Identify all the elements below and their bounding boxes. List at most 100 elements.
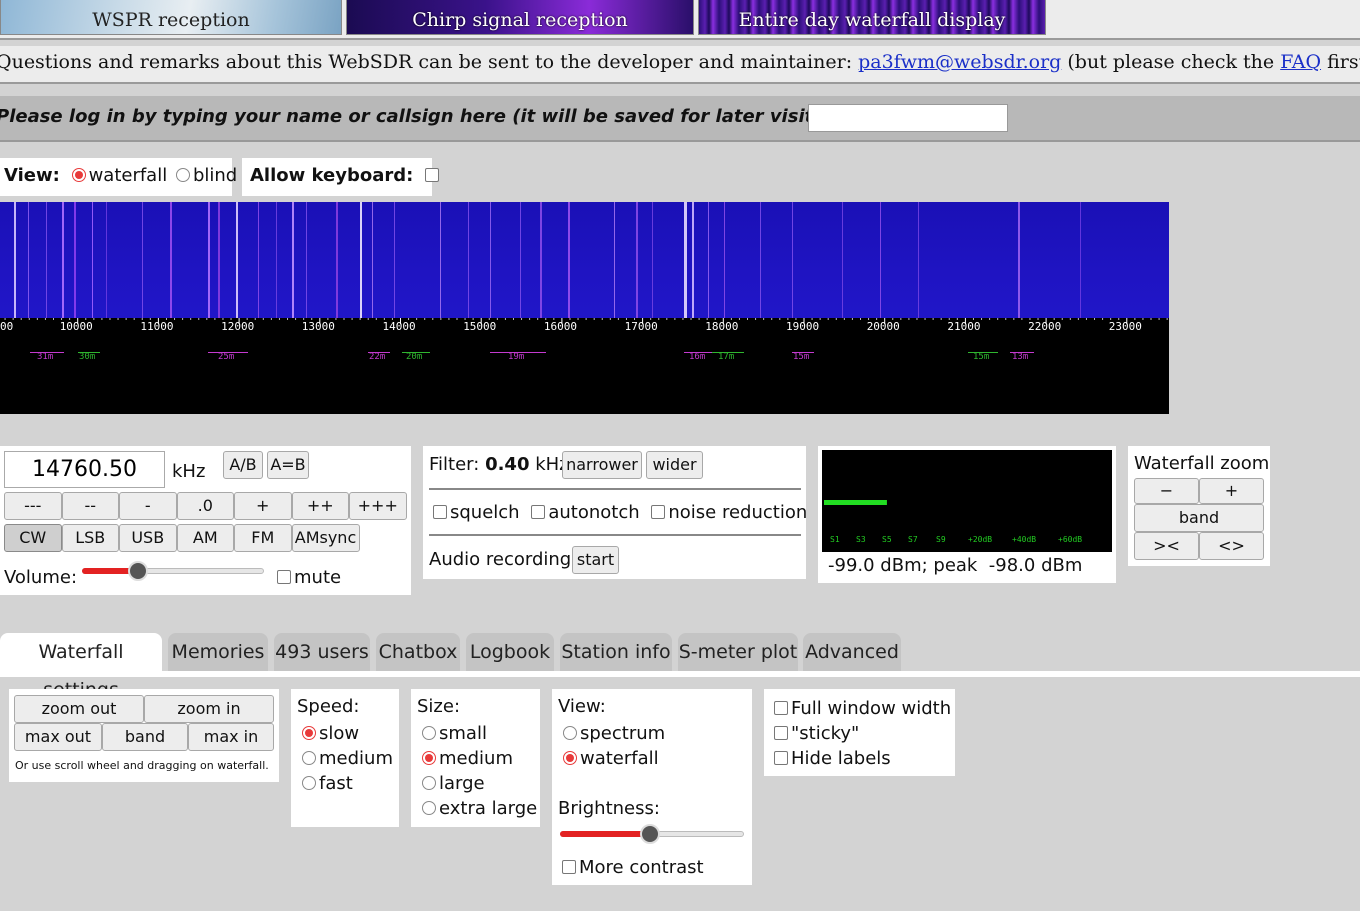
day-waterfall-caption: Entire day waterfall display <box>738 9 1006 31</box>
wf-view-box: View: spectrum waterfall Brightness: More… <box>552 689 752 885</box>
mode-button-lsb[interactable]: LSB <box>61 524 119 552</box>
login-row: Please log in by typing your name or cal… <box>0 96 1360 142</box>
mute-label: mute <box>294 567 342 588</box>
narrower-button[interactable]: narrower <box>562 451 642 479</box>
contact-text: Questions and remarks about this WebSDR … <box>0 51 859 73</box>
contact-suffix: first). <box>1327 51 1360 73</box>
step-button[interactable]: + <box>234 492 292 520</box>
brightness-slider-handle[interactable] <box>640 824 661 844</box>
tab-waterfall-settings[interactable]: Waterfall settings <box>0 633 162 701</box>
ab-button[interactable]: A/B <box>223 451 263 479</box>
zoom-in-button[interactable]: zoom in <box>144 695 274 723</box>
wf-view-option: waterfall <box>563 746 665 771</box>
wf-zoom-out-button[interactable]: − <box>1134 478 1199 504</box>
size-radio-extra-large[interactable] <box>422 801 436 815</box>
step-button[interactable]: - <box>119 492 177 520</box>
wf-widen-button[interactable]: <> <box>1199 532 1264 560</box>
more-contrast-checkbox[interactable] <box>562 860 576 874</box>
band-label: 16m <box>689 352 706 362</box>
speed-radio-medium[interactable] <box>302 751 316 765</box>
max-out-button[interactable]: max out <box>14 723 102 751</box>
band-button[interactable]: band <box>102 723 188 751</box>
sticky-label: "sticky" <box>791 723 860 744</box>
mode-button-am[interactable]: AM <box>176 524 234 552</box>
scale-tick-label: 23000 <box>1108 320 1142 333</box>
allow-keyboard-checkbox[interactable] <box>425 168 440 182</box>
size-radio-large[interactable] <box>422 776 436 790</box>
email-link[interactable]: pa3fwm@websdr.org <box>858 51 1061 73</box>
scale-tick-label: 12000 <box>221 320 255 333</box>
start-recording-button[interactable]: start <box>572 546 619 574</box>
frequency-input[interactable] <box>4 451 165 488</box>
frequency-scale <box>4 318 1168 324</box>
smeter-panel: S1 S3 S5 S7 S9 +20dB +40dB +60dB -99.0 dBm; pea… <box>818 446 1116 583</box>
tab-493-users[interactable]: 493 users <box>274 633 370 671</box>
scale-tick-label: 19000 <box>786 320 820 333</box>
noise-reduction-checkbox[interactable] <box>651 505 666 519</box>
wf-view-radio-spectrum[interactable] <box>563 726 577 740</box>
step-button[interactable]: -- <box>61 492 119 520</box>
mode-button-amsync[interactable]: AMsync <box>291 524 360 552</box>
volume-slider-handle[interactable] <box>128 561 149 581</box>
scale-tick-label: 22000 <box>1028 320 1062 333</box>
chirp-thumbnail-link[interactable]: Chirp signal reception <box>346 0 694 35</box>
tab-advanced[interactable]: Advanced <box>803 633 901 671</box>
filter-panel: Filter: 0.40 kHz narrower wider squelch … <box>423 446 807 579</box>
wider-button[interactable]: wider <box>646 451 703 479</box>
view-waterfall-radio[interactable] <box>71 168 86 182</box>
keyboard-box: Allow keyboard: <box>242 158 440 196</box>
size-option: extra large <box>422 796 537 821</box>
scale-tick-label: 18000 <box>705 320 739 333</box>
view-blind-radio[interactable] <box>175 168 190 182</box>
scale-tick-label: 20000 <box>866 320 900 333</box>
band-label: 20m <box>406 352 423 362</box>
wf-zoom-in-button[interactable]: + <box>1199 478 1264 504</box>
speed-option: slow <box>302 721 393 746</box>
tab-station-info[interactable]: Station info <box>560 633 672 671</box>
smeter-scale-label: +60dB <box>1058 535 1082 544</box>
hide-labels-checkbox[interactable] <box>774 751 788 765</box>
wf-narrow-button[interactable]: >< <box>1134 532 1199 560</box>
squelch-checkbox[interactable] <box>433 505 447 519</box>
size-radio-small[interactable] <box>422 726 436 740</box>
autonotch-label: autonotch <box>548 502 640 523</box>
band-label: 19m <box>508 352 525 362</box>
speed-radio-slow[interactable] <box>302 726 316 740</box>
size-radio-medium[interactable] <box>422 751 436 765</box>
mute-checkbox[interactable] <box>277 570 291 584</box>
hide-labels-label: Hide labels <box>791 748 891 769</box>
step-button[interactable]: --- <box>4 492 62 520</box>
tab-memories[interactable]: Memories <box>168 633 268 671</box>
step-button[interactable]: ++ <box>291 492 349 520</box>
scale-tick-label: 17000 <box>624 320 658 333</box>
sticky-checkbox[interactable] <box>774 726 788 740</box>
mode-button-cw[interactable]: CW <box>4 524 62 552</box>
step-button[interactable]: .0 <box>176 492 234 520</box>
zoom-out-button[interactable]: zoom out <box>14 695 144 723</box>
full-width-label: Full window width <box>791 698 952 719</box>
wf-view-option-label: spectrum <box>580 723 666 744</box>
faq-link[interactable]: FAQ <box>1280 51 1321 73</box>
wf-band-button[interactable]: band <box>1134 504 1264 532</box>
tab-s-meter-plot[interactable]: S-meter plot <box>678 633 798 671</box>
callsign-input[interactable] <box>808 104 1008 132</box>
autonotch-checkbox[interactable] <box>531 505 546 519</box>
tab-logbook[interactable]: Logbook <box>466 633 554 671</box>
speed-radio-fast[interactable] <box>302 776 316 790</box>
full-width-checkbox[interactable] <box>774 701 788 715</box>
size-box: Size: small medium large extra large <box>411 689 540 827</box>
filter-label: Filter: <box>429 454 480 475</box>
filter-divider <box>429 488 801 490</box>
day-waterfall-thumbnail-link[interactable]: Entire day waterfall display <box>698 0 1046 35</box>
mode-button-usb[interactable]: USB <box>119 524 177 552</box>
a-equals-b-button[interactable]: A=B <box>267 451 309 479</box>
max-in-button[interactable]: max in <box>188 723 274 751</box>
wspr-thumbnail-link[interactable]: WSPR reception <box>0 0 342 35</box>
smeter-scale-label: S9 <box>936 535 946 544</box>
wf-view-radio-waterfall[interactable] <box>563 751 577 765</box>
size-option: small <box>422 721 537 746</box>
waterfall-display[interactable]: 00 10000 11000 12000 13000 14000 15000 16000 170… <box>0 202 1169 414</box>
mode-button-fm[interactable]: FM <box>234 524 292 552</box>
tab-chatbox[interactable]: Chatbox <box>376 633 460 671</box>
step-button[interactable]: +++ <box>349 492 407 520</box>
